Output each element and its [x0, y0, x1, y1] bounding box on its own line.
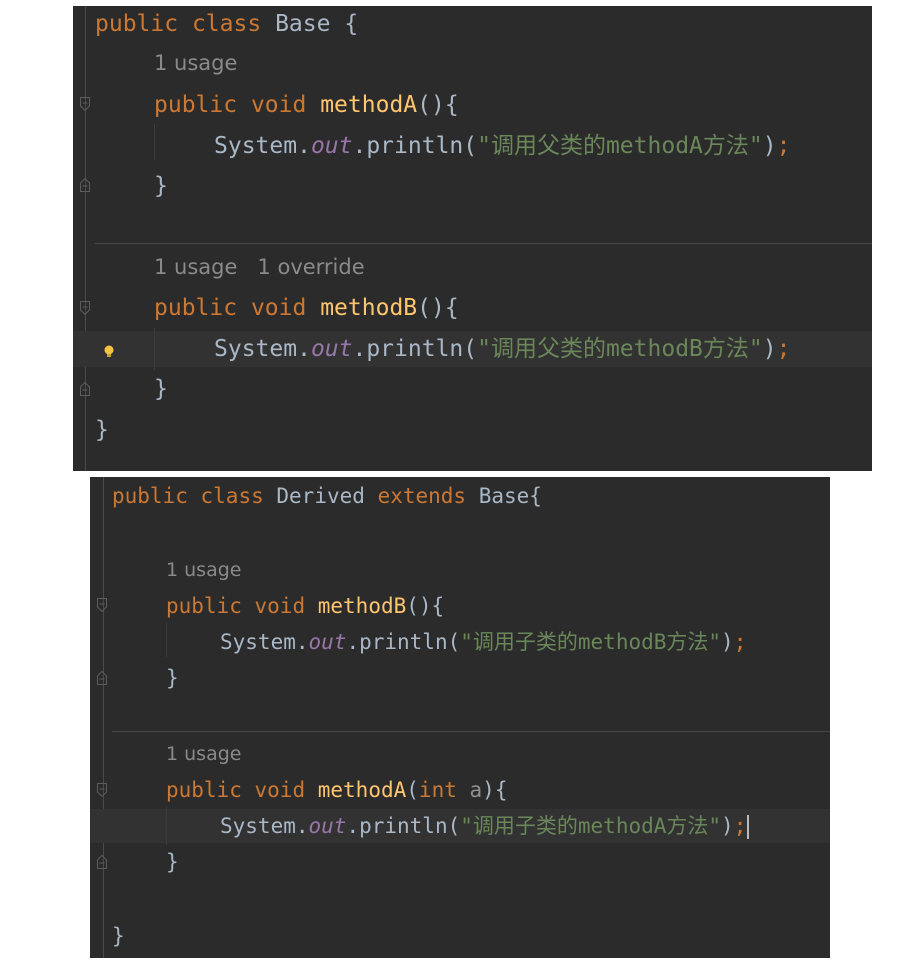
method-parens: (){: [417, 92, 459, 118]
code-line-method-b-close[interactable]: }: [73, 371, 872, 407]
close-brace: }: [166, 850, 179, 874]
code-line-method-b-close[interactable]: }: [90, 661, 830, 695]
close-brace: }: [154, 173, 168, 199]
lightbulb-icon[interactable]: [103, 340, 115, 357]
method-name: methodB: [320, 295, 418, 321]
indent-guide: [154, 328, 155, 370]
string-literal: "调用子类的methodB方法": [460, 630, 722, 654]
parameter-name: a: [469, 778, 483, 802]
system-class: System.: [214, 133, 311, 159]
code-line-println-b[interactable]: System.out.println("调用子类的methodB方法");: [90, 625, 830, 659]
system-class: System.: [214, 336, 311, 362]
method-parens: (){: [406, 594, 445, 618]
keyword-void: void: [250, 295, 307, 321]
base-class-editor[interactable]: public class Base { 1 usage public void …: [73, 6, 872, 471]
method-separator: [112, 731, 830, 732]
derived-class-editor[interactable]: public class Derived extends Base{ 1 usa…: [90, 477, 830, 958]
usage-hint-method-a[interactable]: 1 usage: [154, 48, 237, 78]
keyword-public: public: [166, 594, 242, 618]
keyword-public: public: [154, 92, 238, 118]
keyword-public: public: [95, 11, 179, 37]
code-line-println-a[interactable]: System.out.println("调用父类的methodA方法");: [73, 128, 872, 164]
method-name: methodA: [320, 92, 418, 118]
string-literal: "调用父类的methodB方法": [477, 336, 763, 362]
class-name: Derived: [276, 484, 365, 508]
usage-override-hint-method-b[interactable]: 1 usage 1 override: [154, 252, 365, 282]
close-brace: }: [154, 376, 168, 402]
system-class: System.: [220, 630, 309, 654]
code-line-method-a-signature[interactable]: public void methodA(int a){: [90, 773, 830, 807]
keyword-void: void: [254, 594, 306, 618]
keyword-public: public: [112, 484, 188, 508]
semicolon: ;: [733, 814, 747, 838]
code-line-method-a-close[interactable]: }: [73, 168, 872, 204]
system-class: System.: [220, 814, 309, 838]
code-line-class-close[interactable]: }: [73, 412, 872, 448]
class-name: Base: [275, 11, 331, 37]
method-separator: [95, 243, 872, 244]
code-line-method-a-close[interactable]: }: [90, 845, 830, 879]
method-name: methodA: [317, 778, 407, 802]
code-line-class-close[interactable]: }: [90, 919, 830, 953]
keyword-extends: extends: [377, 484, 467, 508]
semicolon: ;: [776, 133, 791, 159]
semicolon: ;: [776, 336, 791, 362]
keyword-void: void: [250, 92, 307, 118]
close-paren: ): [762, 133, 777, 159]
out-field: out: [310, 336, 353, 362]
close-paren: ): [721, 630, 734, 654]
close-paren: ): [721, 814, 734, 838]
code-line-println-b[interactable]: System.out.println("调用父类的methodB方法");: [73, 331, 872, 367]
usage-hint-method-a[interactable]: 1 usage: [166, 739, 241, 769]
println-call: .println(: [352, 133, 478, 159]
open-paren: (: [406, 778, 419, 802]
open-brace: {: [344, 11, 359, 37]
code-line-class-declaration[interactable]: public class Base {: [73, 6, 872, 42]
keyword-class: class: [191, 11, 262, 37]
println-call: .println(: [352, 336, 478, 362]
close-brace: }: [112, 924, 125, 948]
method-name: methodB: [317, 594, 407, 618]
super-class-name: Base{: [478, 484, 542, 508]
usage-hint-method-b[interactable]: 1 usage: [166, 555, 241, 585]
gutter-divider: [103, 477, 104, 958]
code-line-println-a[interactable]: System.out.println("调用子类的methodA方法");: [90, 809, 830, 843]
keyword-public: public: [154, 295, 238, 321]
string-literal: "调用父类的methodA方法": [477, 133, 763, 159]
out-field: out: [310, 133, 353, 159]
keyword-public: public: [166, 778, 242, 802]
keyword-void: void: [254, 778, 306, 802]
indent-guide: [166, 807, 167, 845]
method-parens: (){: [417, 295, 459, 321]
println-call: .println(: [346, 814, 461, 838]
keyword-class: class: [200, 484, 264, 508]
semicolon: ;: [733, 630, 747, 654]
string-literal: "调用子类的methodA方法": [460, 814, 722, 838]
out-field: out: [308, 814, 347, 838]
code-line-method-b-signature[interactable]: public void methodB(){: [90, 589, 830, 623]
keyword-int: int: [418, 778, 457, 802]
code-line-class-declaration[interactable]: public class Derived extends Base{: [90, 479, 830, 513]
code-line-method-a-signature[interactable]: public void methodA(){: [73, 87, 872, 123]
close-parens: ){: [482, 778, 508, 802]
code-line-method-b-signature[interactable]: public void methodB(){: [73, 290, 872, 326]
close-brace: }: [166, 666, 179, 690]
println-call: .println(: [346, 630, 461, 654]
text-caret: [747, 815, 750, 839]
out-field: out: [308, 630, 347, 654]
close-brace: }: [95, 417, 109, 443]
close-paren: ): [762, 336, 777, 362]
